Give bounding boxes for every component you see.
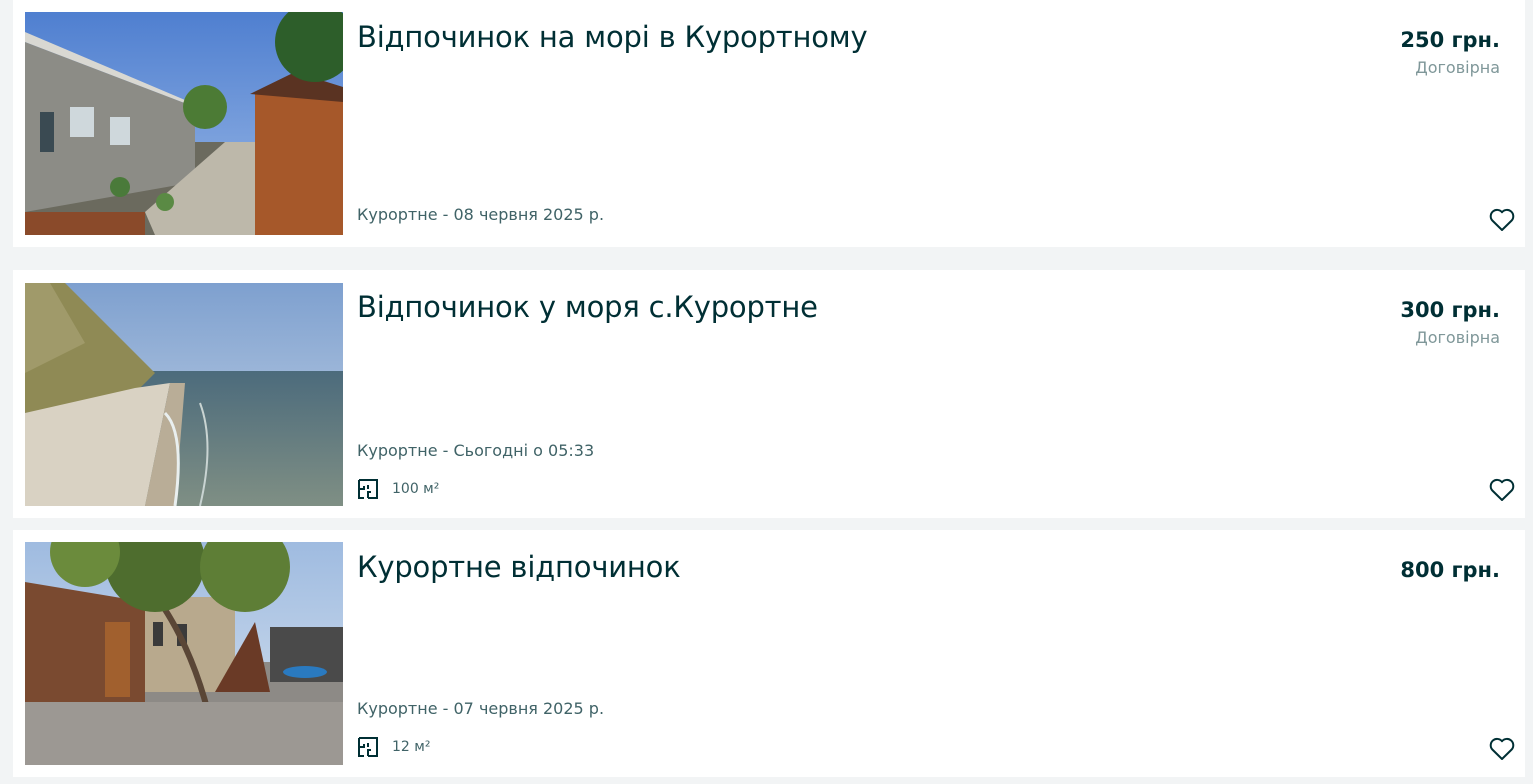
floor-plan-icon (357, 736, 379, 758)
listing-location-date: Курортне - Сьогодні о 05:33 (357, 441, 595, 460)
listing-title[interactable]: Відпочинок у моря с.Курортне (357, 290, 818, 324)
negotiable-label: Договірна (1415, 328, 1500, 347)
listing-photo[interactable] (25, 12, 343, 235)
listing-price: 250 грн. (1400, 28, 1500, 52)
listing-card[interactable]: Курортне відпочинок 800 грн. Курортне - … (13, 530, 1525, 777)
listing-location-date: Курортне - 07 червня 2025 р. (357, 699, 605, 718)
listing-area-value: 12 м² (392, 739, 431, 755)
listing-card[interactable]: Відпочинок на морі в Курортному 250 грн.… (13, 0, 1525, 247)
listing-area: 12 м² (357, 736, 430, 758)
heart-icon[interactable] (1489, 477, 1515, 503)
heart-icon[interactable] (1489, 736, 1515, 762)
listing-price: 300 грн. (1400, 298, 1500, 322)
negotiable-label: Договірна (1415, 58, 1500, 77)
listing-area-value: 100 м² (392, 481, 440, 497)
listing-photo[interactable] (25, 283, 343, 506)
floor-plan-icon (357, 478, 379, 500)
listing-title[interactable]: Курортне відпочинок (357, 550, 681, 584)
heart-icon[interactable] (1489, 207, 1515, 233)
listing-location-date: Курортне - 08 червня 2025 р. (357, 205, 605, 224)
listing-title[interactable]: Відпочинок на морі в Курортному (357, 20, 868, 54)
listing-card[interactable]: Відпочинок у моря с.Курортне 300 грн. До… (13, 270, 1525, 518)
listing-area: 100 м² (357, 478, 439, 500)
listing-price: 800 грн. (1400, 558, 1500, 582)
listing-photo[interactable] (25, 542, 343, 765)
